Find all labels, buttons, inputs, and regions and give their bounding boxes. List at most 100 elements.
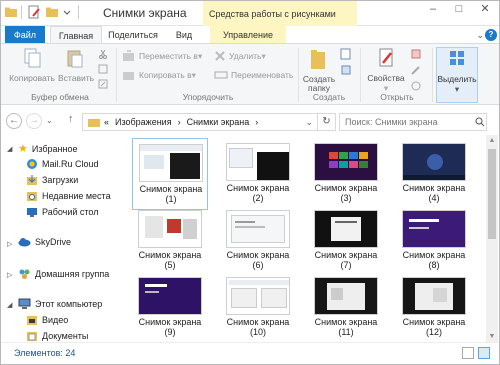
sidebar-item-label: Домашняя группа bbox=[35, 269, 110, 279]
sidebar-item-skydrive[interactable]: SkyDrive bbox=[18, 237, 71, 247]
sidebar-item-label: Загрузки bbox=[42, 175, 79, 185]
scrollbar-thumb[interactable] bbox=[488, 149, 496, 239]
file-item[interactable]: Снимок экрана (6) bbox=[220, 205, 296, 277]
refresh-icon[interactable]: ↻ bbox=[318, 113, 336, 131]
ribbon-separator bbox=[298, 48, 299, 102]
qat-separator bbox=[21, 5, 22, 19]
breadcrumb-screenshots[interactable]: Снимки экрана bbox=[187, 117, 250, 127]
tab-home[interactable]: Главная bbox=[50, 26, 102, 44]
breadcrumb-separator[interactable]: › bbox=[255, 117, 258, 127]
status-bar: Элементов: 24 bbox=[0, 342, 500, 365]
navigation-pane: ◢ ★ Избранное Mail.Ru Cloud Загрузки Нед… bbox=[0, 138, 118, 343]
thumbnail-image bbox=[226, 210, 290, 248]
scroll-down-icon[interactable]: ▼ bbox=[486, 333, 498, 340]
rename-button[interactable]: Переименовать bbox=[214, 69, 293, 81]
edit-button[interactable] bbox=[410, 64, 425, 76]
breadcrumb-overflow[interactable]: « bbox=[104, 117, 109, 127]
computer-collapse-icon[interactable]: ◢ bbox=[7, 301, 12, 309]
select-grid-icon bbox=[450, 51, 464, 65]
maximize-button[interactable]: □ bbox=[446, 0, 472, 20]
scroll-up-icon[interactable]: ▲ bbox=[486, 137, 498, 144]
file-item[interactable]: Снимок экрана (8) bbox=[396, 205, 472, 277]
address-dropdown-icon[interactable]: ⌄ bbox=[305, 117, 313, 128]
copy-to-label: Копировать в bbox=[139, 70, 192, 80]
breadcrumb-separator[interactable]: › bbox=[178, 117, 181, 127]
properties-icon[interactable] bbox=[27, 5, 41, 19]
skydrive-expand-icon[interactable]: ▷ bbox=[7, 240, 12, 248]
homegroup-expand-icon[interactable]: ▷ bbox=[7, 271, 12, 279]
copy-to-button[interactable]: Копировать в ▾ bbox=[122, 69, 196, 81]
star-icon: ★ bbox=[18, 143, 28, 155]
recent-locations-icon[interactable]: ⌄ bbox=[46, 116, 53, 125]
tab-share[interactable]: Поделиться bbox=[104, 26, 162, 44]
thumbnail-image bbox=[314, 210, 378, 248]
tab-view[interactable]: Вид bbox=[165, 26, 203, 44]
file-item[interactable]: Снимок экрана (7) bbox=[308, 205, 384, 277]
file-item[interactable]: Снимок экрана (4) bbox=[396, 138, 472, 210]
history-button[interactable] bbox=[410, 80, 425, 92]
easy-access-button[interactable] bbox=[340, 64, 355, 76]
help-icon[interactable]: ? bbox=[485, 29, 497, 41]
tab-file[interactable]: Файл bbox=[5, 26, 45, 44]
search-icon[interactable] bbox=[475, 117, 485, 127]
copy-button[interactable]: Копировать bbox=[8, 47, 56, 83]
delete-button[interactable]: Удалить ▾ bbox=[214, 50, 266, 62]
close-button[interactable]: ✕ bbox=[472, 0, 498, 20]
search-input[interactable]: Поиск: Снимки экрана bbox=[339, 113, 487, 131]
cut-button[interactable] bbox=[98, 49, 111, 59]
file-name: Снимок экрана (3) bbox=[314, 183, 378, 203]
sidebar-item-documents[interactable]: Документы bbox=[26, 330, 88, 342]
file-item[interactable]: Снимок экрана (2) bbox=[220, 138, 296, 210]
file-item[interactable]: Снимок экрана (11) bbox=[308, 272, 384, 342]
downloads-icon bbox=[27, 175, 37, 185]
sidebar-item-homegroup[interactable]: Домашняя группа bbox=[18, 268, 109, 280]
sidebar-item-mailru-cloud[interactable]: Mail.Ru Cloud bbox=[26, 158, 99, 170]
organize-group-label: Упорядочить bbox=[182, 92, 234, 102]
file-item[interactable]: Снимок экрана (1) bbox=[132, 138, 208, 210]
new-folder-button[interactable]: Создать папку bbox=[300, 47, 338, 93]
move-to-button[interactable]: Переместить в ▾ bbox=[122, 50, 202, 62]
copy-icon bbox=[24, 48, 41, 68]
sidebar-item-this-pc[interactable]: Этот компьютер bbox=[18, 298, 102, 310]
minimize-button[interactable]: – bbox=[420, 0, 446, 20]
vertical-scrollbar[interactable]: ▲ ▼ bbox=[486, 135, 498, 342]
explorer-folder-icon[interactable] bbox=[4, 5, 18, 19]
paste-button[interactable]: Вставить bbox=[58, 47, 94, 83]
sidebar-item-label: Избранное bbox=[31, 143, 78, 154]
file-item[interactable]: Снимок экрана (12) bbox=[396, 272, 472, 342]
sidebar-item-downloads[interactable]: Загрузки bbox=[26, 174, 78, 186]
sidebar-item-desktop[interactable]: Рабочий стол bbox=[26, 206, 99, 218]
thumbnail-image bbox=[314, 143, 378, 181]
back-button[interactable]: ← bbox=[6, 113, 22, 129]
address-bar[interactable]: « Изображения › Снимки экрана › ⌄ bbox=[82, 113, 318, 131]
sidebar-item-video[interactable]: Видео bbox=[26, 314, 68, 326]
thumbnail-image bbox=[402, 143, 466, 181]
title-bar: Снимки экрана Средства работы с рисункам… bbox=[0, 0, 500, 26]
desktop-icon bbox=[27, 208, 37, 217]
up-button[interactable]: ↑ bbox=[68, 113, 74, 125]
delete-icon bbox=[215, 51, 225, 61]
new-item-button[interactable] bbox=[340, 48, 355, 60]
properties-button[interactable]: Свойства ▾ bbox=[364, 47, 408, 94]
favorites-collapse-icon[interactable]: ◢ bbox=[7, 145, 12, 153]
details-view-icon[interactable] bbox=[462, 347, 474, 359]
paste-shortcut-button[interactable] bbox=[98, 79, 111, 89]
file-item[interactable]: Снимок экрана (10) bbox=[220, 272, 296, 342]
breadcrumb-pictures[interactable]: Изображения bbox=[115, 117, 172, 127]
file-item[interactable]: Снимок экрана (9) bbox=[132, 272, 208, 342]
copy-path-button[interactable] bbox=[98, 64, 111, 74]
qat-dropdown-icon[interactable] bbox=[62, 5, 72, 19]
file-item[interactable]: Снимок экрана (5) bbox=[132, 205, 208, 277]
copy-label: Копировать bbox=[9, 73, 55, 83]
file-item[interactable]: Снимок экрана (3) bbox=[308, 138, 384, 210]
ribbon-collapse-icon[interactable]: ⌄ bbox=[476, 30, 484, 41]
select-button[interactable]: Выделить ▾ bbox=[436, 47, 478, 103]
sidebar-item-favorites[interactable]: ★ Избранное bbox=[18, 142, 78, 155]
large-icons-view-icon[interactable] bbox=[478, 347, 490, 359]
ribbon-separator bbox=[360, 48, 361, 102]
new-folder-qat-icon[interactable] bbox=[45, 5, 59, 19]
open-button[interactable] bbox=[410, 48, 425, 60]
tab-manage[interactable]: Управление bbox=[210, 26, 286, 44]
forward-button[interactable]: → bbox=[26, 113, 42, 129]
sidebar-item-recent-places[interactable]: Недавние места bbox=[26, 190, 111, 202]
